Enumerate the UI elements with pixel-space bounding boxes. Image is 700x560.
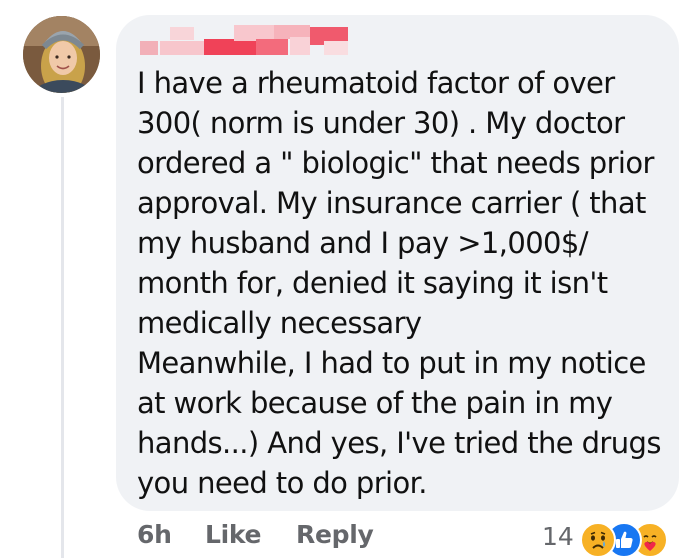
comment-line: Meanwhile, I had to put in my notice [137, 346, 646, 380]
comment-body: I have a rheumatoid factor of over 300( … [137, 63, 677, 503]
reply-button[interactable]: Reply [296, 520, 374, 549]
sad-reaction-icon [580, 522, 616, 558]
thread-connector-line [61, 97, 64, 558]
redaction-block [170, 27, 194, 40]
comment-line: I have a rheumatoid factor of over [137, 66, 615, 100]
author-name-redacted[interactable] [140, 24, 350, 57]
comment-line: 300( norm is under 30) . My doctor [137, 106, 625, 140]
comment-line: medically necessary [137, 306, 422, 340]
like-button[interactable]: Like [205, 520, 262, 549]
redaction-block [256, 39, 288, 55]
comment-line: my husband and I pay >1,000$/ [137, 226, 589, 260]
redaction-block [140, 41, 158, 55]
reaction-count: 14 [542, 522, 574, 551]
comment-line: hands...) And yes, I've tried the drugs [137, 426, 661, 460]
comment-line: month for, denied it saying it isn't [137, 266, 608, 300]
redaction-block [204, 39, 256, 55]
avatar[interactable] [23, 16, 100, 93]
comment-line: ordered a " biologic" that needs prior [137, 146, 654, 180]
comment-line: approval. My insurance carrier ( that [137, 186, 646, 220]
timestamp-link[interactable]: 6h [137, 520, 172, 549]
comment-line: at work because of the pain in my [137, 386, 613, 420]
redaction-block [160, 41, 204, 55]
redaction-block [290, 37, 310, 55]
comment-line: you need to do prior. [137, 466, 428, 500]
redaction-block [324, 41, 348, 55]
